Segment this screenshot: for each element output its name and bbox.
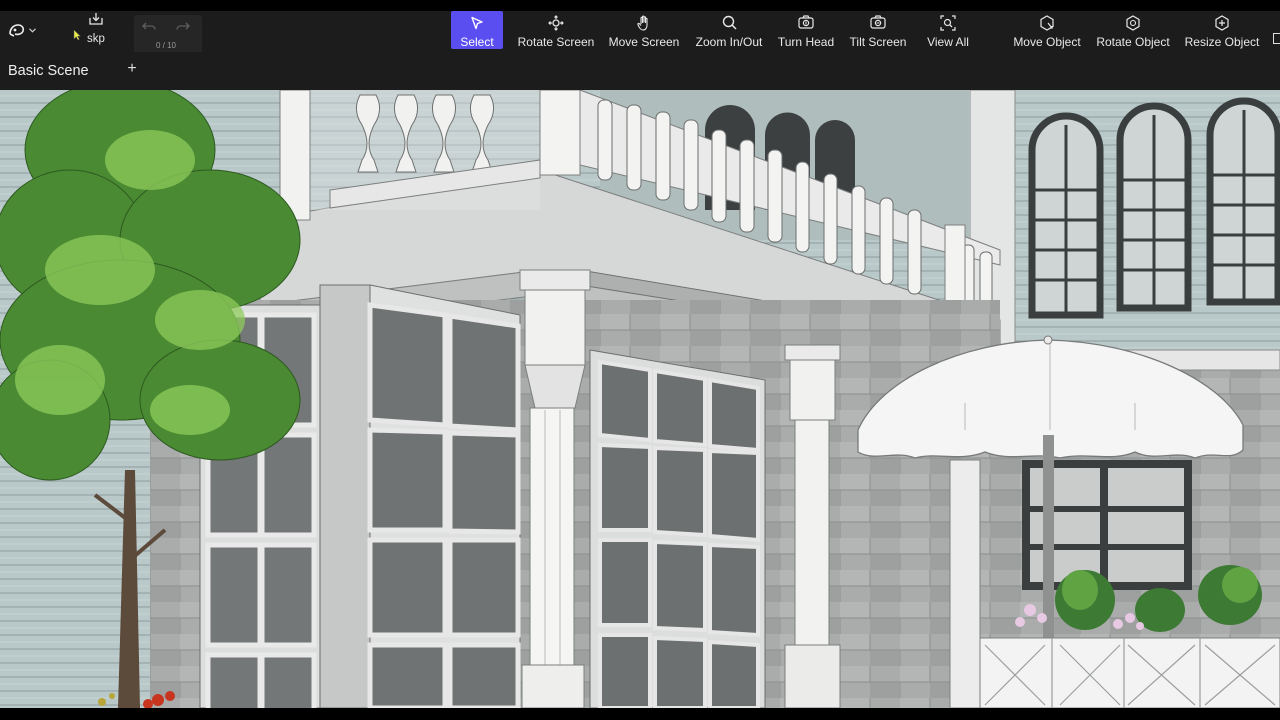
- tool-rotate-screen[interactable]: Rotate Screen: [516, 11, 596, 49]
- tool-label: Turn Head: [777, 35, 835, 49]
- scene-tab-bar: Basic Scene +: [0, 52, 1280, 90]
- tool-label: Rotate Screen: [517, 35, 595, 49]
- 3d-viewport[interactable]: [0, 90, 1280, 708]
- history-counter: 0 / 10: [155, 41, 176, 50]
- rotate-object-icon: [1125, 13, 1141, 32]
- top-edge: [0, 0, 1280, 11]
- undo-icon: [142, 19, 156, 37]
- tool-label: Zoom In/Out: [695, 35, 763, 49]
- tool-label: Move Object: [1013, 35, 1081, 49]
- tool-move-screen[interactable]: Move Screen: [607, 11, 681, 49]
- chevron-down-icon: [29, 27, 36, 33]
- tool-move-object[interactable]: Move Object: [1011, 11, 1083, 49]
- tool-rotate-object[interactable]: Rotate Object: [1095, 11, 1171, 49]
- tool-label: Rotate Object: [1096, 35, 1170, 49]
- more-tools-icon[interactable]: [1273, 33, 1280, 44]
- scene-tab-basic[interactable]: Basic Scene: [8, 63, 89, 79]
- hand-icon: [637, 13, 651, 32]
- download-icon: [89, 12, 103, 30]
- undo-button[interactable]: [139, 19, 159, 37]
- file-format-label: skp: [87, 33, 105, 45]
- tool-label: Move Screen: [608, 35, 680, 49]
- app-window: skp 0 / 10 Select Rotate Screen Move Scr…: [0, 0, 1280, 720]
- tool-view-all[interactable]: View All: [925, 11, 971, 49]
- orbit-icon: [548, 13, 564, 32]
- tool-resize-object[interactable]: Resize Object: [1184, 11, 1260, 49]
- tool-tilt-screen[interactable]: Tilt Screen: [848, 11, 908, 49]
- move-object-icon: [1039, 13, 1055, 32]
- history-group: 0 / 10: [134, 15, 202, 55]
- tilt-camera-icon: [870, 13, 886, 32]
- tool-label: Select: [460, 35, 494, 49]
- tool-select[interactable]: Select: [451, 11, 503, 49]
- head-camera-icon: [798, 13, 814, 32]
- tool-label: Tilt Screen: [849, 35, 907, 49]
- redo-button[interactable]: [173, 19, 193, 37]
- add-scene-button[interactable]: +: [124, 60, 140, 80]
- zoom-extents-icon: [940, 13, 956, 32]
- magnifier-icon: [722, 13, 737, 32]
- tool-zoom[interactable]: Zoom In/Out: [694, 11, 764, 49]
- app-menu-button[interactable]: [8, 20, 38, 40]
- bottom-edge: [0, 708, 1280, 720]
- main-toolbar: skp 0 / 10 Select Rotate Screen Move Scr…: [0, 11, 1280, 55]
- cursor-arrow-icon: [470, 13, 484, 32]
- scene-render: [0, 90, 1280, 708]
- tool-label: Resize Object: [1184, 35, 1260, 49]
- app-logo-icon: [8, 22, 26, 38]
- tool-turn-head[interactable]: Turn Head: [776, 11, 836, 49]
- tool-label: View All: [927, 35, 969, 49]
- resize-object-icon: [1214, 13, 1230, 32]
- save-skp-button[interactable]: skp: [80, 11, 112, 49]
- redo-icon: [176, 19, 190, 37]
